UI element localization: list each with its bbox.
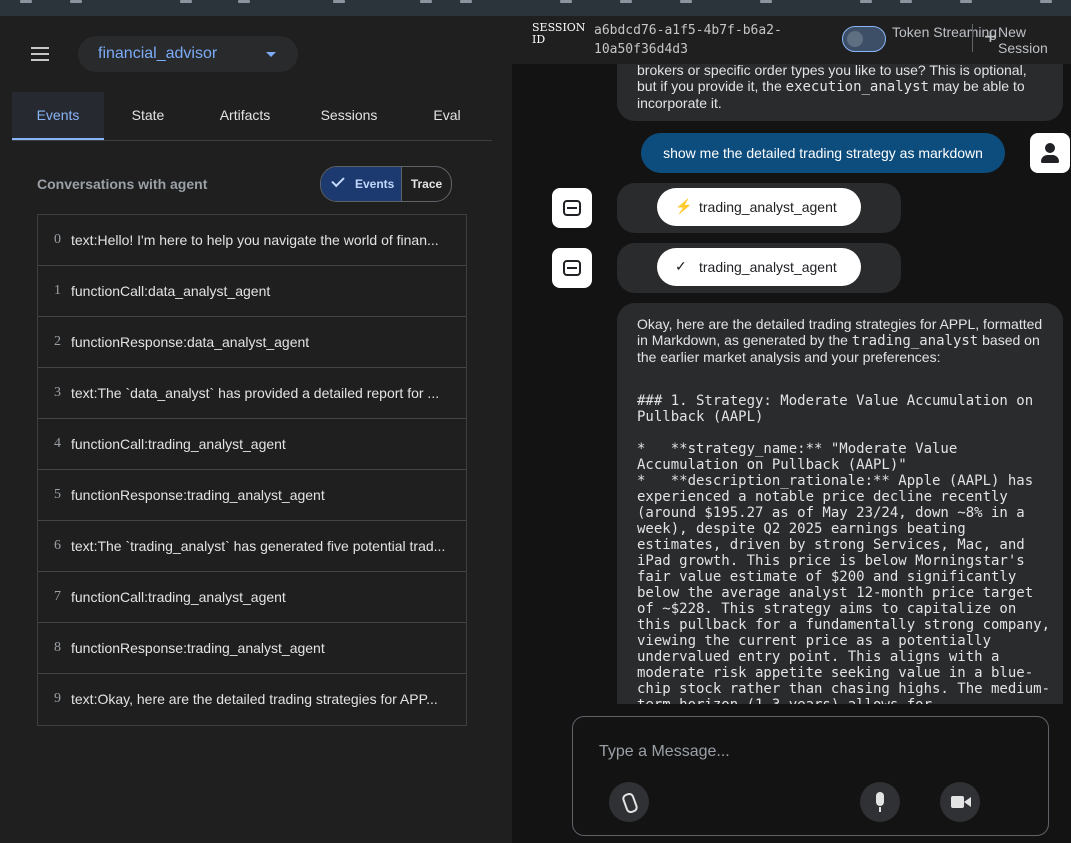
function-response-label: trading_analyst_agent: [699, 259, 837, 275]
events-toggle-label: Events: [355, 177, 395, 191]
bot-message: brokers or specific order types you like…: [617, 64, 1063, 121]
event-row[interactable]: 9 text:Okay, here are the detailed tradin…: [38, 674, 466, 725]
user-avatar-icon: [1030, 133, 1070, 173]
events-toggle-button[interactable]: Events: [321, 167, 402, 201]
event-row[interactable]: 1 functionCall:data_analyst_agent: [38, 266, 466, 317]
menu-icon[interactable]: [22, 38, 58, 70]
event-row[interactable]: 8 functionResponse:trading_analyst_agent: [38, 623, 466, 674]
browser-top-strip: [0, 0, 1071, 16]
function-call-message: ⚡ trading_analyst_agent: [617, 183, 901, 233]
chat-messages[interactable]: brokers or specific order types you like…: [512, 64, 1071, 704]
check-icon: ✓: [675, 258, 687, 274]
event-row[interactable]: 6 text:The `trading_analyst` has generate…: [38, 521, 466, 572]
event-index: 4: [54, 436, 61, 451]
app-selector[interactable]: financial_advisor: [78, 36, 298, 72]
toggle-knob: [847, 31, 863, 47]
bolt-icon: ⚡: [675, 198, 693, 214]
event-text: functionResponse:data_analyst_agent: [71, 334, 310, 350]
conversations-title: Conversations with agent: [37, 176, 208, 192]
bot-response-message: Okay, here are the detailed trading stra…: [617, 303, 1063, 704]
trace-toggle-button[interactable]: Trace: [402, 167, 451, 201]
microphone-button[interactable]: [860, 782, 900, 822]
event-row[interactable]: 3 text:The `data_analyst` has provided a …: [38, 368, 466, 419]
event-text: text:Okay, here are the detailed trading…: [71, 691, 438, 707]
event-row[interactable]: 2 functionResponse:data_analyst_agent: [38, 317, 466, 368]
event-text: functionResponse:trading_analyst_agent: [71, 640, 325, 656]
event-index: 8: [54, 640, 61, 655]
app-selector-value: financial_advisor: [98, 45, 218, 62]
event-row[interactable]: 0 text:Hello! I'm here to help you naviga…: [38, 215, 466, 266]
chevron-down-icon: [266, 52, 276, 57]
new-session-button[interactable]: + New Session: [984, 24, 1071, 56]
event-index: 0: [54, 232, 61, 247]
event-row[interactable]: 4 functionCall:trading_analyst_agent: [38, 419, 466, 470]
microphone-icon: [876, 792, 884, 806]
event-index: 5: [54, 487, 61, 502]
event-index: 7: [54, 589, 61, 604]
tab-sessions[interactable]: Sessions: [304, 92, 394, 138]
new-session-label: New Session: [998, 24, 1048, 56]
session-id-value: a6bdcd76-a1f5-4b7f-b6a2-10a50f36d4d3: [594, 23, 782, 57]
chat-panel: SESSION ID a6bdcd76-a1f5-4b7f-b6a2-10a50…: [512, 16, 1071, 843]
event-index: 9: [54, 691, 61, 706]
session-header: SESSION ID a6bdcd76-a1f5-4b7f-b6a2-10a50…: [512, 16, 1071, 64]
video-button[interactable]: [940, 782, 980, 822]
function-call-label: trading_analyst_agent: [699, 199, 837, 215]
bot-message-text: brokers or specific order types you like…: [637, 64, 1027, 111]
event-text: text:Hello! I'm here to help you navigat…: [71, 232, 439, 248]
event-text: text:The `data_analyst` has provided a d…: [71, 385, 440, 401]
attach-button[interactable]: [609, 782, 649, 822]
tab-artifacts[interactable]: Artifacts: [200, 92, 290, 138]
tab-eval[interactable]: Eval: [417, 92, 477, 138]
events-trace-toggle: Events Trace: [320, 166, 452, 202]
function-call-chip[interactable]: ⚡ trading_analyst_agent: [657, 188, 861, 226]
bot-avatar-icon: [552, 188, 592, 228]
session-id-label: SESSION ID: [532, 21, 586, 46]
response-intro: Okay, here are the detailed trading stra…: [637, 316, 1043, 365]
message-input[interactable]: Type a Message...: [599, 743, 730, 761]
panel-tabs: Events State Artifacts Sessions Eval: [12, 92, 492, 141]
event-row[interactable]: 7 functionCall:trading_analyst_agent: [38, 572, 466, 623]
event-text: functionResponse:trading_analyst_agent: [71, 487, 325, 503]
paperclip-icon: [620, 791, 640, 815]
video-camera-icon: [951, 796, 964, 808]
tab-events[interactable]: Events: [12, 92, 104, 140]
token-streaming-toggle[interactable]: [842, 26, 886, 52]
event-text: functionCall:trading_analyst_agent: [71, 589, 286, 605]
event-index: 3: [54, 385, 61, 400]
bot-avatar-icon: [552, 248, 592, 288]
event-index: 1: [54, 283, 61, 298]
message-input-box: Type a Message...: [572, 716, 1049, 836]
user-message: show me the detailed trading strategy as…: [641, 133, 1005, 173]
event-row[interactable]: 5 functionResponse:trading_analyst_agent: [38, 470, 466, 521]
event-index: 6: [54, 538, 61, 553]
side-panel: financial_advisor Events State Artifacts…: [0, 16, 512, 843]
response-markdown: ### 1. Strategy: Moderate Value Accumula…: [637, 393, 1051, 704]
event-text: functionCall:data_analyst_agent: [71, 283, 271, 299]
function-response-chip[interactable]: ✓ trading_analyst_agent: [657, 248, 861, 286]
function-response-message: ✓ trading_analyst_agent: [617, 243, 901, 293]
plus-icon: +: [984, 24, 997, 49]
event-text: functionCall:trading_analyst_agent: [71, 436, 286, 452]
check-icon: [331, 173, 345, 188]
event-text: text:The `trading_analyst` has generated…: [71, 538, 446, 554]
header-divider: [972, 24, 973, 52]
event-index: 2: [54, 334, 61, 349]
token-streaming-label: Token Streaming: [892, 24, 998, 40]
tab-state[interactable]: State: [112, 92, 184, 138]
event-list: 0 text:Hello! I'm here to help you naviga…: [37, 214, 467, 726]
